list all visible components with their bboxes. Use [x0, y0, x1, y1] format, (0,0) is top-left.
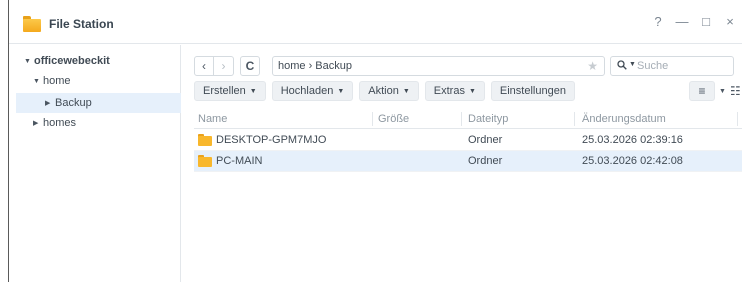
collapse-arrow-icon[interactable]: ▶: [33, 119, 43, 127]
minimize-button[interactable]: —: [670, 14, 694, 29]
expand-arrow-icon[interactable]: ▼: [24, 58, 34, 65]
create-button-label: Erstellen: [203, 85, 246, 97]
create-button[interactable]: Erstellen ▼: [194, 81, 266, 101]
folder-icon: [198, 134, 212, 146]
tree-item-homes[interactable]: ▶ homes: [33, 117, 76, 129]
forward-button[interactable]: ›: [214, 56, 234, 76]
folder-tree: ▼ officewebeckit ▼ home ▶ Backup ▶ homes: [9, 45, 181, 282]
path-bar[interactable]: home › Backup ★: [272, 56, 605, 76]
view-options-button[interactable]: ▼: [719, 81, 726, 101]
tree-root-label: officewebeckit: [34, 55, 110, 67]
tree-item-backup[interactable]: ▶ Backup: [16, 93, 181, 113]
file-name: DESKTOP-GPM7MJO: [216, 134, 327, 146]
column-header-modified[interactable]: Änderungsdatum: [582, 113, 666, 125]
file-type: Ordner: [468, 134, 503, 146]
close-button[interactable]: ×: [718, 14, 742, 29]
upload-button[interactable]: Hochladen ▼: [271, 81, 354, 101]
chevron-down-icon: ▼: [337, 87, 345, 95]
file-table-header: Name Größe Dateityp Änderungsdatum: [194, 110, 742, 129]
list-view-button[interactable]: ≡: [689, 81, 715, 101]
upload-button-label: Hochladen: [280, 85, 334, 97]
column-header-name[interactable]: Name: [198, 113, 227, 125]
search-options-caret-icon[interactable]: ▼: [629, 61, 636, 68]
list-view-icon: ≡: [698, 84, 706, 98]
folder-icon: [198, 155, 212, 167]
table-row[interactable]: DESKTOP-GPM7MJO Ordner 25.03.2026 02:39:…: [194, 130, 742, 151]
tree-item-home[interactable]: ▼ home: [33, 75, 71, 87]
table-row[interactable]: PC-MAIN Ordner 25.03.2026 02:42:08: [194, 151, 742, 172]
back-button[interactable]: ‹: [194, 56, 214, 76]
extras-button-label: Extras: [433, 85, 465, 97]
maximize-button[interactable]: □: [694, 14, 718, 29]
sort-icon: ☷: [729, 84, 741, 98]
chevron-down-icon: ▼: [468, 87, 476, 95]
action-button-label: Aktion: [368, 85, 399, 97]
file-name: PC-MAIN: [216, 155, 263, 167]
window-title: File Station: [49, 17, 114, 31]
column-divider[interactable]: [737, 112, 738, 126]
settings-button[interactable]: Einstellungen: [490, 81, 575, 101]
file-modified: 25.03.2026 02:42:08: [582, 155, 683, 167]
action-button[interactable]: Aktion ▼: [359, 81, 419, 101]
view-controls: ≡ ▼ ☷: [689, 81, 741, 101]
extras-button[interactable]: Extras ▼: [424, 81, 485, 101]
chevron-down-icon: ▼: [719, 87, 726, 95]
file-type: Ordner: [468, 155, 503, 167]
collapse-arrow-icon[interactable]: ▶: [45, 99, 55, 107]
column-header-type[interactable]: Dateityp: [468, 113, 508, 125]
breadcrumb: home › Backup: [278, 60, 352, 72]
favorite-star-icon[interactable]: ★: [587, 59, 598, 73]
file-modified: 25.03.2026 02:39:16: [582, 134, 683, 146]
file-station-icon: [23, 16, 41, 32]
column-header-size[interactable]: Größe: [378, 113, 409, 125]
column-divider[interactable]: [461, 112, 462, 126]
navigation-bar: ‹ › C: [194, 56, 260, 76]
sort-button[interactable]: ☷: [730, 81, 741, 101]
column-divider[interactable]: [372, 112, 373, 126]
search-icon[interactable]: [617, 60, 627, 70]
action-toolbar: Erstellen ▼ Hochladen ▼ Aktion ▼ Extras ▼ Ei…: [194, 81, 575, 101]
tree-item-root[interactable]: ▼ officewebeckit: [24, 55, 110, 67]
tree-item-label: home: [43, 75, 71, 87]
expand-arrow-icon[interactable]: ▼: [33, 78, 43, 85]
tree-item-label: homes: [43, 117, 77, 129]
chevron-down-icon: ▼: [249, 87, 257, 95]
window-controls: ? — □ ×: [646, 14, 742, 29]
column-divider[interactable]: [574, 112, 575, 126]
search-input[interactable]: [637, 59, 729, 73]
search-box: ▼: [610, 56, 734, 76]
refresh-button[interactable]: C: [240, 56, 260, 76]
title-bar: File Station ? — □ ×: [9, 0, 742, 44]
chevron-down-icon: ▼: [402, 87, 410, 95]
tree-item-label: Backup: [55, 97, 92, 109]
settings-button-label: Einstellungen: [499, 85, 566, 97]
help-button[interactable]: ?: [646, 14, 670, 29]
